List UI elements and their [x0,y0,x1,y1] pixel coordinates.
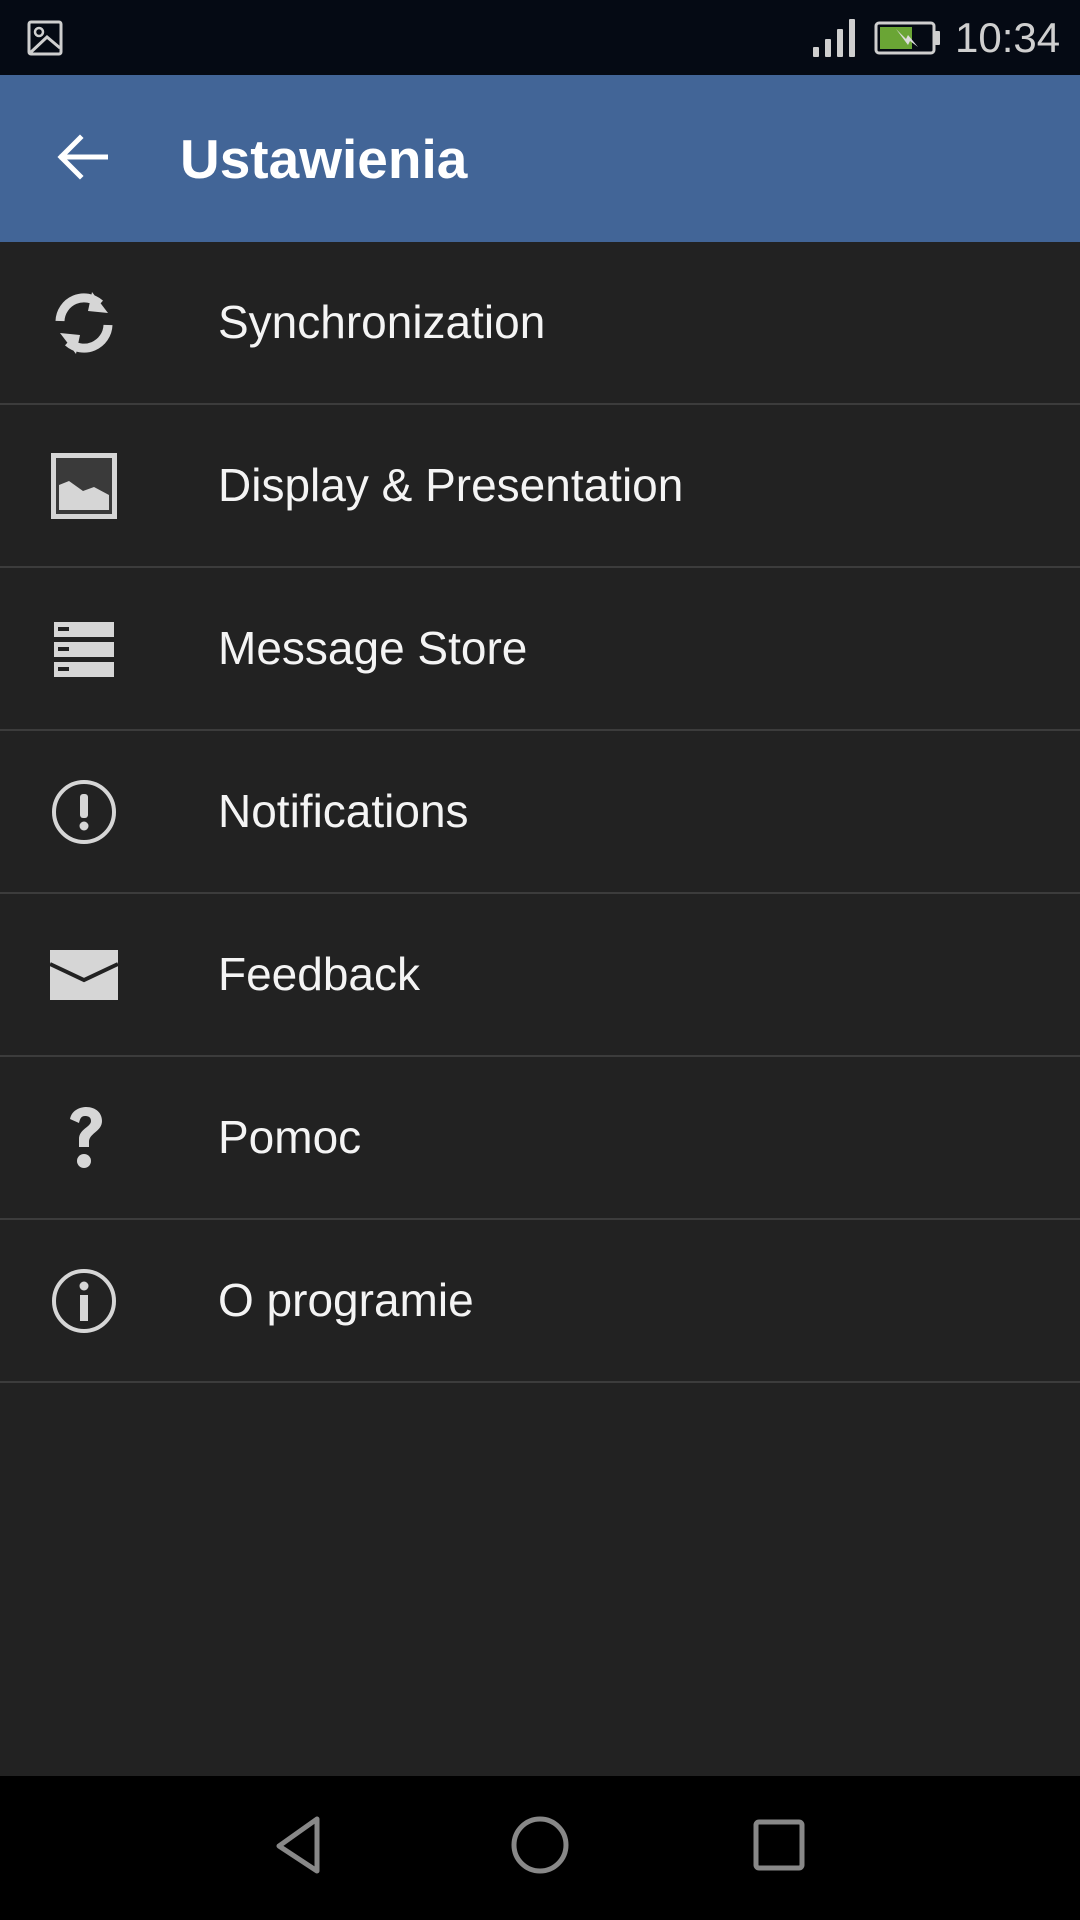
settings-item-message-store[interactable]: Message Store [0,568,1080,731]
settings-item-label: Notifications [218,784,469,837]
settings-item-pomoc[interactable]: Pomoc [0,1057,1080,1220]
settings-item-label: Message Store [218,621,528,674]
arrow-back-icon [56,133,109,185]
image-icon [44,446,124,526]
back-button[interactable] [46,123,118,195]
settings-item-label: Pomoc [218,1110,362,1163]
settings-item-label: O programie [218,1273,474,1326]
status-bar: 10:34 [0,0,1080,75]
nav-back-button[interactable] [265,1812,335,1882]
nav-home-button[interactable] [505,1812,575,1882]
nav-home-icon [510,1815,570,1880]
settings-item-notifications[interactable]: Notifications [0,731,1080,894]
nav-recents-icon [752,1818,806,1877]
settings-item-label: Feedback [218,947,421,1000]
navigation-bar [0,1776,1080,1920]
settings-item-synchronization[interactable]: Synchronization [0,242,1080,405]
help-icon [44,1098,124,1178]
settings-item-o-programie[interactable]: O programie [0,1220,1080,1383]
storage-icon [44,609,124,689]
nav-back-icon [274,1816,326,1879]
battery-charging-icon [874,21,942,55]
settings-item-feedback[interactable]: Feedback [0,894,1080,1057]
info-icon [44,1261,124,1341]
settings-list: Synchronization Display & Presentation M… [0,242,1080,1383]
image-notification-icon [27,20,63,56]
settings-item-label: Synchronization [218,295,546,348]
settings-item-label: Display & Presentation [218,458,684,511]
page-title: Ustawienia [180,128,468,190]
sync-icon [44,283,124,363]
clock: 10:34 [955,14,1061,61]
alert-circle-icon [44,772,124,852]
mail-icon [44,935,124,1015]
nav-recents-button[interactable] [744,1812,814,1882]
settings-item-display-presentation[interactable]: Display & Presentation [0,405,1080,568]
app-bar: Ustawienia [0,75,1080,242]
signal-strength-icon [812,19,858,57]
